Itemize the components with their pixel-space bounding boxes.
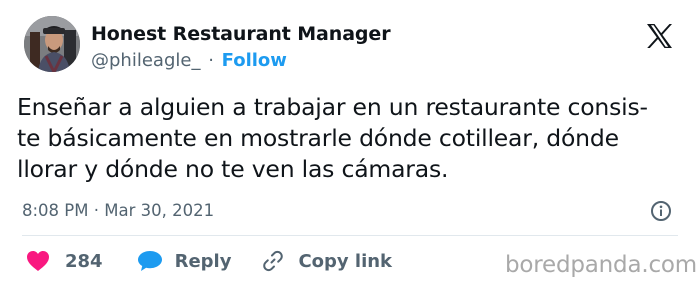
author-handle-row: @phileagle_ · Follow: [91, 50, 287, 71]
reply-label: Reply: [174, 250, 232, 272]
author-handle[interactable]: @phileagle_: [91, 50, 200, 71]
tweet-timestamp[interactable]: 8:08 PM · Mar 30, 2021: [22, 201, 214, 220]
x-logo-icon[interactable]: [646, 23, 673, 49]
tweet-text-line: te básicamente en mostrarle dónde cotill…: [17, 124, 619, 152]
watermark: boredpanda.com: [505, 252, 697, 278]
author-avatar[interactable]: [24, 16, 80, 72]
speech-bubble-icon: [137, 251, 162, 271]
heart-icon: [27, 251, 49, 271]
copy-link-button[interactable]: Copy link: [261, 249, 392, 273]
like-button[interactable]: 284: [26, 250, 103, 272]
separator-dot: ·: [208, 50, 214, 71]
action-bar: 284 Reply Copy link: [26, 247, 392, 275]
like-count: 284: [65, 250, 103, 272]
copy-link-label: Copy link: [298, 250, 393, 272]
link-icon: [263, 250, 284, 272]
tweet-text-line: llorar y dónde no te ven las cámaras.: [17, 155, 449, 183]
author-display-name[interactable]: Honest Restaurant Manager: [91, 23, 391, 45]
reply-button[interactable]: Reply: [137, 250, 232, 272]
follow-button[interactable]: Follow: [222, 50, 287, 71]
tweet-text: Enseñar a alguien a trabajar en un resta…: [17, 92, 692, 185]
divider: [22, 235, 678, 236]
avatar-photo: [24, 16, 80, 72]
info-icon[interactable]: [650, 200, 672, 222]
tweet-text-line: Enseñar a alguien a trabajar en un resta…: [17, 93, 648, 121]
